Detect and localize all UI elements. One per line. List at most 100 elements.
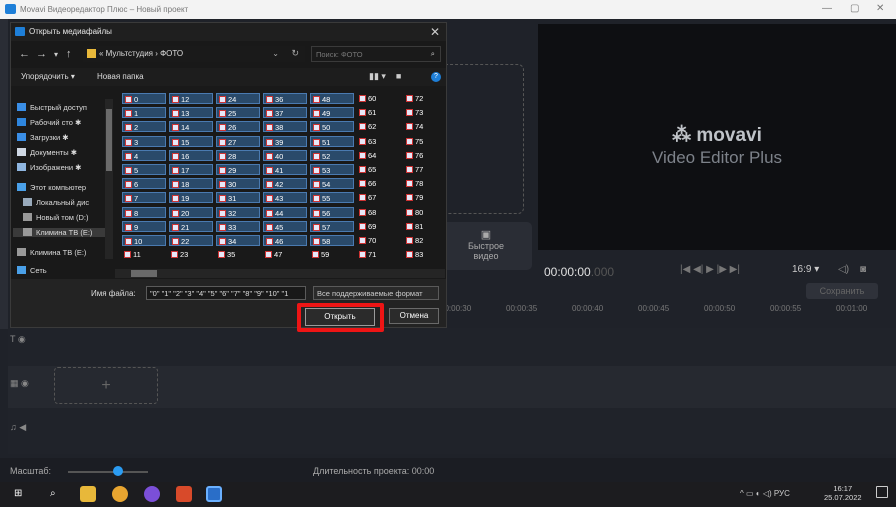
nav-item-downloads[interactable]: Загрузки ✱ xyxy=(17,133,69,142)
nav-item-documents[interactable]: Документы ✱ xyxy=(17,148,77,157)
file-item[interactable]: 36 xyxy=(263,93,307,104)
file-item[interactable]: 53 xyxy=(310,164,354,175)
file-item[interactable]: 62 xyxy=(357,121,401,132)
nav-item-drive-e-root[interactable]: Климина ТВ (E:) xyxy=(17,248,86,257)
file-item[interactable]: 69 xyxy=(357,221,401,232)
file-item[interactable]: 49 xyxy=(310,107,354,119)
file-item[interactable]: 13 xyxy=(169,107,213,119)
dialog-search-input[interactable]: Поиск: ФОТО ⌕ xyxy=(311,46,441,62)
file-item[interactable]: 24 xyxy=(216,93,260,104)
file-item[interactable]: 31 xyxy=(216,192,260,204)
recent-dropdown-icon[interactable]: ▾ xyxy=(54,50,58,59)
search-icon[interactable]: ⌕ xyxy=(50,488,56,499)
system-tray[interactable]: ^ ▭ ◐ ◁) РУС xyxy=(740,489,790,498)
file-item[interactable]: 22 xyxy=(169,235,213,246)
add-media-dropzone[interactable]: + xyxy=(54,367,158,404)
file-item[interactable]: 27 xyxy=(216,135,260,147)
file-list-hscroll-thumb[interactable] xyxy=(131,270,157,277)
file-item[interactable]: 77 xyxy=(404,164,448,175)
scale-slider[interactable] xyxy=(68,471,148,473)
file-item[interactable]: 78 xyxy=(404,178,448,189)
file-item[interactable]: 47 xyxy=(263,249,307,260)
file-item[interactable]: 40 xyxy=(263,149,307,161)
nav-item-local-disk[interactable]: Локальный дис xyxy=(23,198,89,207)
file-item[interactable]: 35 xyxy=(216,249,260,260)
file-item[interactable]: 12 xyxy=(169,93,213,104)
import-dropzone[interactable] xyxy=(440,64,524,214)
file-item[interactable]: 45 xyxy=(263,220,307,232)
playback-buttons[interactable]: |◀ ◀| ▶ |▶ ▶| xyxy=(680,264,740,275)
aspect-ratio-select[interactable]: 16:9 ▾ xyxy=(792,264,819,275)
volume-icon[interactable]: ◁) xyxy=(838,264,849,275)
taskbar-clock[interactable]: 16:17 25.07.2022 xyxy=(824,484,862,502)
address-bar[interactable]: « Мультстудия › ФОТО ⌄ ↻ xyxy=(83,46,305,62)
file-item[interactable]: 79 xyxy=(404,192,448,203)
nav-item-network[interactable]: Сеть xyxy=(17,266,47,275)
nav-item-desktop[interactable]: Рабочий сто ✱ xyxy=(17,118,81,127)
file-item[interactable]: 37 xyxy=(263,107,307,119)
open-button[interactable]: Открыть xyxy=(305,308,375,326)
file-item[interactable]: 82 xyxy=(404,235,448,246)
file-item[interactable]: 11 xyxy=(122,249,166,260)
file-item[interactable]: 81 xyxy=(404,221,448,232)
nav-item-drive-d[interactable]: Новый том (D:) xyxy=(23,213,89,222)
file-item[interactable]: 1 xyxy=(122,107,166,119)
filetype-select[interactable]: Все поддерживаемые формат xyxy=(313,286,439,300)
file-item[interactable]: 55 xyxy=(310,192,354,204)
file-item[interactable]: 44 xyxy=(263,206,307,218)
file-item[interactable]: 38 xyxy=(263,121,307,133)
minimize-button[interactable]: — xyxy=(822,3,832,14)
up-arrow-icon[interactable]: ↑ xyxy=(66,48,72,60)
file-item[interactable]: 9 xyxy=(122,220,166,232)
file-item[interactable]: 28 xyxy=(216,149,260,161)
file-item[interactable]: 32 xyxy=(216,206,260,218)
file-item[interactable]: 26 xyxy=(216,121,260,133)
nav-item-quick-access[interactable]: Быстрый доступ xyxy=(17,103,87,112)
file-item[interactable]: 60 xyxy=(357,93,401,104)
file-item[interactable]: 29 xyxy=(216,164,260,175)
refresh-icon[interactable]: ↻ xyxy=(291,48,299,59)
timeline-ruler[interactable]: 00:00:30 00:00:35 00:00:40 00:00:45 00:0… xyxy=(440,300,896,314)
file-item[interactable]: 25 xyxy=(216,107,260,119)
file-item[interactable]: 8 xyxy=(122,206,166,218)
close-app-button[interactable]: ✕ xyxy=(876,3,884,14)
file-item[interactable]: 70 xyxy=(357,235,401,246)
file-item[interactable]: 3 xyxy=(122,135,166,147)
dialog-close-icon[interactable]: ✕ xyxy=(430,25,440,39)
file-item[interactable]: 33 xyxy=(216,220,260,232)
notification-icon[interactable] xyxy=(876,486,888,498)
file-item[interactable]: 59 xyxy=(310,249,354,260)
file-item[interactable]: 50 xyxy=(310,121,354,133)
view-options-icon[interactable]: ▮▮ ▾ ■ xyxy=(369,71,401,82)
file-item[interactable]: 74 xyxy=(404,121,448,132)
file-item[interactable]: 4 xyxy=(122,149,166,161)
file-item[interactable]: 39 xyxy=(263,135,307,147)
file-item[interactable]: 34 xyxy=(216,235,260,246)
scale-slider-handle[interactable] xyxy=(113,466,123,476)
file-item[interactable]: 80 xyxy=(404,207,448,218)
file-item[interactable]: 83 xyxy=(404,249,448,260)
file-item[interactable]: 66 xyxy=(357,178,401,189)
file-item[interactable]: 67 xyxy=(357,192,401,203)
snapshot-icon[interactable]: ◙ xyxy=(860,264,866,275)
file-item[interactable]: 57 xyxy=(310,220,354,232)
nav-scrollbar-thumb[interactable] xyxy=(106,109,112,171)
help-icon[interactable]: ? xyxy=(431,72,441,82)
file-item[interactable]: 43 xyxy=(263,192,307,204)
address-dropdown-icon[interactable]: ⌄ xyxy=(272,49,279,58)
photo-app-icon[interactable] xyxy=(176,486,192,502)
language-indicator[interactable]: РУС xyxy=(774,489,790,498)
file-item[interactable]: 52 xyxy=(310,149,354,161)
file-item[interactable]: 18 xyxy=(169,178,213,190)
file-item[interactable]: 71 xyxy=(357,249,401,260)
cancel-button[interactable]: Отмена xyxy=(389,308,439,324)
music-track-icon[interactable]: ♫ ◀ xyxy=(10,422,26,433)
file-item[interactable]: 68 xyxy=(357,207,401,218)
file-item[interactable]: 41 xyxy=(263,164,307,175)
start-icon[interactable]: ⊞ xyxy=(14,488,22,499)
nav-item-drive-e[interactable]: Климина ТВ (E:) xyxy=(13,228,105,237)
file-item[interactable]: 14 xyxy=(169,121,213,133)
file-item[interactable]: 30 xyxy=(216,178,260,190)
save-button[interactable]: Сохранить xyxy=(806,283,878,299)
file-item[interactable]: 0 xyxy=(122,93,166,104)
